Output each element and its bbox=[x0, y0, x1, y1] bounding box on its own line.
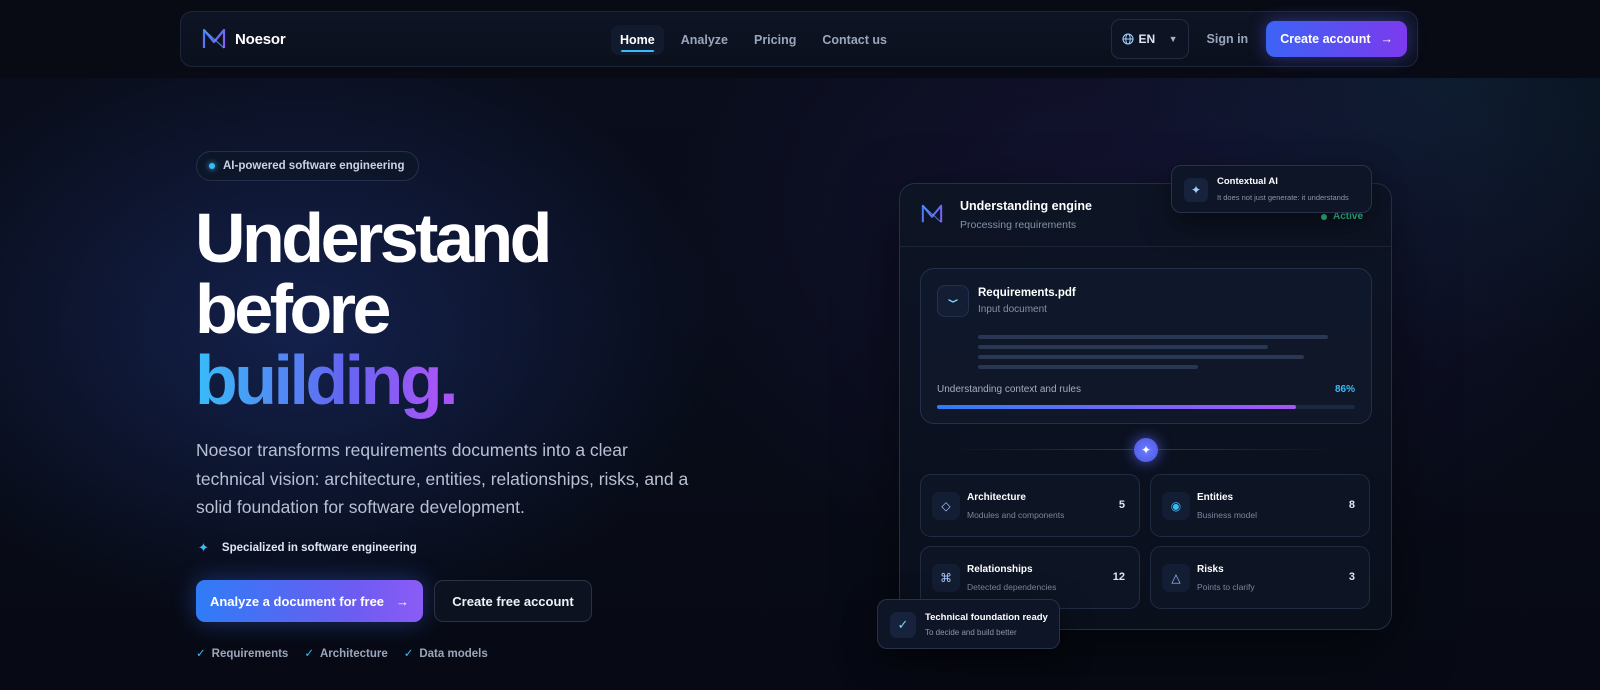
arrow-right-icon: → bbox=[396, 593, 410, 609]
arrow-right-icon: → bbox=[1380, 32, 1394, 46]
noesor-logo-icon bbox=[921, 204, 943, 223]
progress-value: 86% bbox=[1334, 384, 1355, 395]
nav-links: Home Analyze Pricing Contact us bbox=[611, 12, 896, 68]
check-label: Data models bbox=[419, 648, 488, 660]
contextual-title: Contextual AI bbox=[1217, 176, 1278, 187]
stat-count: 5 bbox=[1118, 499, 1125, 511]
headline-line-1: Understand bbox=[195, 199, 552, 277]
specialized-text: Specialized in software engineering bbox=[221, 542, 417, 554]
check-item-requirements: ✓ Requirements bbox=[196, 646, 288, 660]
progress-fill bbox=[937, 405, 1297, 409]
text-line-placeholder bbox=[978, 335, 1328, 339]
nav-actions: EN ▼ Sign in Create account → bbox=[1110, 19, 1407, 59]
progress-label: Understanding context and rules bbox=[937, 384, 1081, 395]
hero-badge: AI-powered software engineering bbox=[196, 151, 420, 181]
top-navbar: Noesor Home Analyze Pricing Contact us E… bbox=[180, 11, 1418, 67]
text-line-placeholder bbox=[978, 355, 1304, 359]
analyze-document-button[interactable]: Analyze a document for free → bbox=[196, 580, 423, 622]
stat-title: Risks bbox=[1197, 564, 1224, 575]
target-icon: ◉ bbox=[1162, 492, 1190, 520]
document-label: Input document bbox=[978, 304, 1047, 315]
check-label: Requirements bbox=[211, 648, 289, 660]
create-account-button[interactable]: Create account → bbox=[1266, 21, 1407, 57]
sign-in-link[interactable]: Sign in bbox=[1203, 32, 1253, 46]
stat-title: Entities bbox=[1197, 492, 1234, 503]
check-icon: ✓ bbox=[890, 612, 916, 638]
understanding-engine-card: Understanding engine Processing requirem… bbox=[899, 183, 1392, 630]
input-document-card: Requirements.pdf Input document Understa… bbox=[920, 268, 1372, 424]
technical-title: Technical foundation ready bbox=[925, 612, 1048, 623]
check-icon: ✓ bbox=[304, 648, 314, 660]
brand-logo[interactable]: Noesor bbox=[201, 27, 286, 51]
technical-subtitle: To decide and build better bbox=[925, 628, 1017, 637]
feature-checklist: ✓ Requirements ✓ Architecture ✓ Data models bbox=[196, 646, 488, 660]
stat-subtitle: Detected dependencies bbox=[967, 582, 1057, 592]
headline-line-2: before bbox=[195, 270, 391, 348]
stat-architecture[interactable]: ◇ Architecture Modules and components 5 bbox=[920, 474, 1140, 537]
status-dot-icon bbox=[1320, 213, 1327, 220]
text-line-placeholder bbox=[978, 345, 1268, 349]
warning-triangle-icon: △ bbox=[1162, 564, 1190, 592]
check-item-architecture: ✓ Architecture bbox=[304, 646, 387, 660]
check-label: Architecture bbox=[319, 648, 388, 660]
stat-count: 3 bbox=[1348, 571, 1355, 583]
check-item-data-models: ✓ Data models bbox=[404, 646, 488, 660]
noesor-logo-icon bbox=[202, 28, 226, 49]
brand-name: Noesor bbox=[235, 30, 286, 48]
stat-title: Architecture bbox=[967, 492, 1026, 503]
hero-badge-text: AI-powered software engineering bbox=[223, 160, 405, 172]
headline-line-3: building bbox=[195, 341, 443, 419]
diamond-icon: ◇ bbox=[932, 492, 960, 520]
text-line-placeholder bbox=[978, 365, 1198, 369]
badge-dot-icon bbox=[209, 163, 215, 169]
engine-subtitle: Processing requirements bbox=[960, 219, 1077, 231]
nav-analyze[interactable]: Analyze bbox=[672, 25, 737, 55]
stat-count: 12 bbox=[1112, 571, 1125, 583]
stat-title: Relationships bbox=[967, 564, 1033, 575]
document-name: Requirements.pdf bbox=[978, 287, 1076, 299]
document-icon bbox=[937, 285, 969, 317]
language-select[interactable]: EN ▼ bbox=[1110, 19, 1189, 59]
chevron-down-icon: ▼ bbox=[1168, 34, 1178, 44]
hero-headline: Understand before building. bbox=[195, 199, 552, 419]
sparkle-icon: ✦ bbox=[1134, 438, 1158, 462]
language-value: EN bbox=[1138, 32, 1156, 46]
technical-foundation-card: ✓ Technical foundation ready To decide a… bbox=[877, 599, 1060, 649]
specialized-note: ✦ Specialized in software engineering bbox=[198, 540, 417, 556]
progress-bar bbox=[937, 405, 1355, 409]
nav-contact[interactable]: Contact us bbox=[813, 25, 896, 55]
stat-risks[interactable]: △ Risks Points to clarify 3 bbox=[1150, 546, 1370, 609]
check-icon: ✓ bbox=[196, 648, 206, 660]
create-free-account-button[interactable]: Create free account bbox=[434, 580, 592, 622]
check-icon: ✓ bbox=[403, 648, 414, 660]
sparkle-icon: ✦ bbox=[1184, 178, 1208, 202]
headline-period: . bbox=[439, 341, 458, 419]
analyze-document-label: Analyze a document for free bbox=[209, 593, 385, 609]
nav-pricing[interactable]: Pricing bbox=[745, 25, 805, 55]
stat-entities[interactable]: ◉ Entities Business model 8 bbox=[1150, 474, 1370, 537]
stat-subtitle: Business model bbox=[1197, 510, 1258, 520]
nav-home[interactable]: Home bbox=[611, 25, 664, 55]
contextual-ai-card: ✦ Contextual AI It does not just generat… bbox=[1171, 165, 1372, 213]
globe-icon bbox=[1121, 33, 1134, 45]
contextual-subtitle: It does not just generate: it understand… bbox=[1217, 193, 1349, 202]
stat-subtitle: Modules and components bbox=[967, 510, 1065, 520]
stat-subtitle: Points to clarify bbox=[1197, 582, 1255, 592]
hero-description: Noesor transforms requirements documents… bbox=[196, 440, 689, 517]
stat-count: 8 bbox=[1348, 499, 1355, 511]
command-icon: ⌘ bbox=[932, 564, 960, 592]
engine-title: Understanding engine bbox=[960, 199, 1092, 213]
sparkle-icon: ✦ bbox=[198, 540, 209, 555]
create-account-label: Create account bbox=[1280, 32, 1371, 46]
